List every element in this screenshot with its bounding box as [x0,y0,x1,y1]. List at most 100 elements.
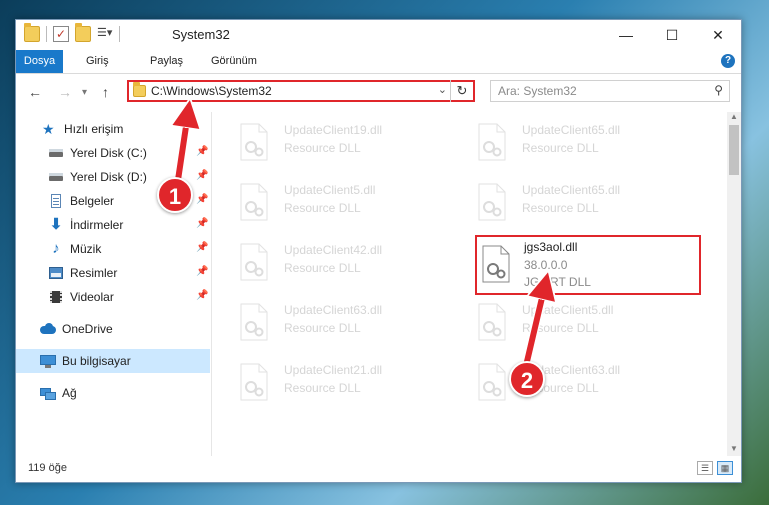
file-tile[interactable]: UpdateClient63.dll Resource DLL [213,297,443,349]
search-input[interactable]: Ara: System32 ⚲ [490,80,730,102]
chevron-down-icon[interactable]: ⌄ [438,83,447,96]
dll-file-icon [240,303,268,341]
file-name: jgs3aol.dll [524,240,578,254]
recent-locations-icon[interactable]: ▾ [82,87,87,98]
computer-icon [40,353,56,369]
file-tile[interactable]: UpdateClient65.dll Resource DLL [451,117,681,169]
dll-file-icon [478,123,506,161]
properties-icon[interactable]: ✓ [53,26,69,42]
customize-toolbar-icon[interactable]: ☰▾ [97,26,113,42]
file-name: UpdateClient21.dll [284,363,383,377]
nav-network[interactable]: Ağ [40,382,77,404]
pin-icon[interactable]: 📌 [196,146,208,157]
file-name: UpdateClient5.dll [522,303,614,317]
nav-item-disk-d[interactable]: Yerel Disk (D:) [48,166,147,188]
toolbar-divider [119,26,120,42]
callout-badge-1: 1 [157,177,193,213]
window-title: System32 [172,27,230,42]
scroll-down-icon[interactable]: ▼ [727,444,741,456]
file-tile[interactable]: UpdateClient5.dll Resource DLL [213,177,443,229]
file-tile[interactable]: UpdateClient42.dll Resource DLL [213,237,443,289]
nav-this-pc[interactable]: Bu bilgisayar [40,350,131,372]
nav-item-downloads[interactable]: ⬇ İndirmeler [48,214,124,236]
status-bar: 119 öğe ☰ ▦ [16,456,741,482]
tab-home[interactable]: Giriş [76,50,119,73]
nav-item-pictures[interactable]: Resimler [48,262,117,284]
nav-onedrive[interactable]: OneDrive [40,318,113,340]
star-icon: ★ [42,121,55,137]
cloud-icon [40,321,56,337]
nav-item-videos[interactable]: Videolar [48,286,114,308]
nav-quick-access[interactable]: ★ Hızlı erişim [42,118,123,140]
up-arrow-icon[interactable]: ↑ [102,84,109,100]
toolbar-divider [46,26,47,42]
pin-icon[interactable]: 📌 [196,194,208,205]
maximize-button[interactable]: ☐ [649,20,695,50]
nav-label: OneDrive [62,322,113,336]
nav-label: Ağ [62,386,77,400]
nav-item-music[interactable]: ♪ Müzik [48,238,101,260]
refresh-icon[interactable]: ↻ [450,80,473,102]
search-placeholder: Ara: System32 [498,84,577,98]
pin-icon[interactable]: 📌 [196,266,208,277]
file-name: UpdateClient63.dll [284,303,383,317]
nav-label: İndirmeler [70,218,124,232]
tab-file[interactable]: Dosya [16,50,63,73]
music-icon: ♪ [52,240,60,257]
folder-icon [24,23,40,42]
tab-view[interactable]: Görünüm [201,50,267,73]
folder-icon [133,82,146,97]
search-icon: ⚲ [714,83,723,97]
file-tile[interactable]: UpdateClient63.dll Resource DLL [451,357,681,409]
close-button[interactable]: ✕ [695,20,741,50]
pin-icon[interactable]: 📌 [196,218,208,229]
nav-label: Belgeler [70,194,115,208]
file-tile[interactable]: UpdateClient65.dll Resource DLL [451,177,681,229]
network-icon [40,385,56,401]
highlighted-file-tile[interactable]: jgs3aol.dll 38.0.0.0 JG ART DLL [475,235,701,295]
details-view-icon[interactable]: ☰ [697,461,713,475]
tiles-view-icon[interactable]: ▦ [717,461,733,475]
file-tile[interactable]: UpdateClient19.dll Resource DLL [213,117,443,169]
new-folder-icon[interactable] [75,23,91,42]
file-type: Resource DLL [522,321,599,335]
pin-icon[interactable]: 📌 [196,290,208,301]
back-arrow-icon[interactable]: ← [28,84,42,100]
file-type: Resource DLL [284,201,361,215]
scrollbar-thumb[interactable] [729,125,739,175]
nav-item-disk-c[interactable]: Yerel Disk (C:) [48,142,147,164]
file-tile[interactable]: UpdateClient5.dll Resource DLL [451,297,681,349]
pin-icon[interactable]: 📌 [196,170,208,181]
file-version: 38.0.0.0 [524,258,568,272]
dll-file-icon [240,243,268,281]
file-tile[interactable]: UpdateClient21.dll Resource DLL [213,357,443,409]
minimize-button[interactable]: — [603,20,649,50]
dll-file-icon [478,363,506,401]
nav-item-documents[interactable]: Belgeler [48,190,114,212]
address-bar[interactable]: C:\Windows\System32 ⌄ ↻ [127,80,475,102]
tab-share[interactable]: Paylaş [140,50,193,73]
drive-icon [48,145,64,161]
scroll-up-icon[interactable]: ▲ [727,112,741,124]
help-icon[interactable]: ? [721,54,735,68]
dll-file-icon [240,183,268,221]
file-type: Resource DLL [284,321,361,335]
dll-file-icon [240,363,268,401]
nav-label: Bu bilgisayar [62,354,131,368]
ribbon-tabs: Dosya Giriş Paylaş Görünüm ? [16,50,741,74]
file-name: UpdateClient19.dll [284,123,383,137]
nav-label: Müzik [70,242,102,256]
file-name: UpdateClient65.dll [522,123,621,137]
file-type: Resource DLL [284,261,361,275]
dll-file-icon [240,123,268,161]
nav-label: Videolar [70,290,114,304]
callout-badge-2: 2 [509,361,545,397]
videos-icon [48,289,64,305]
address-row: ← → ▾ ↑ C:\Windows\System32 ⌄ ↻ Ara: Sys… [16,74,741,110]
vertical-scrollbar[interactable]: ▲ ▼ [727,112,741,456]
file-type: Resource DLL [284,381,361,395]
forward-arrow-icon[interactable]: → [58,84,72,100]
documents-icon [48,193,64,209]
pin-icon[interactable]: 📌 [196,242,208,253]
pictures-icon [48,265,64,281]
